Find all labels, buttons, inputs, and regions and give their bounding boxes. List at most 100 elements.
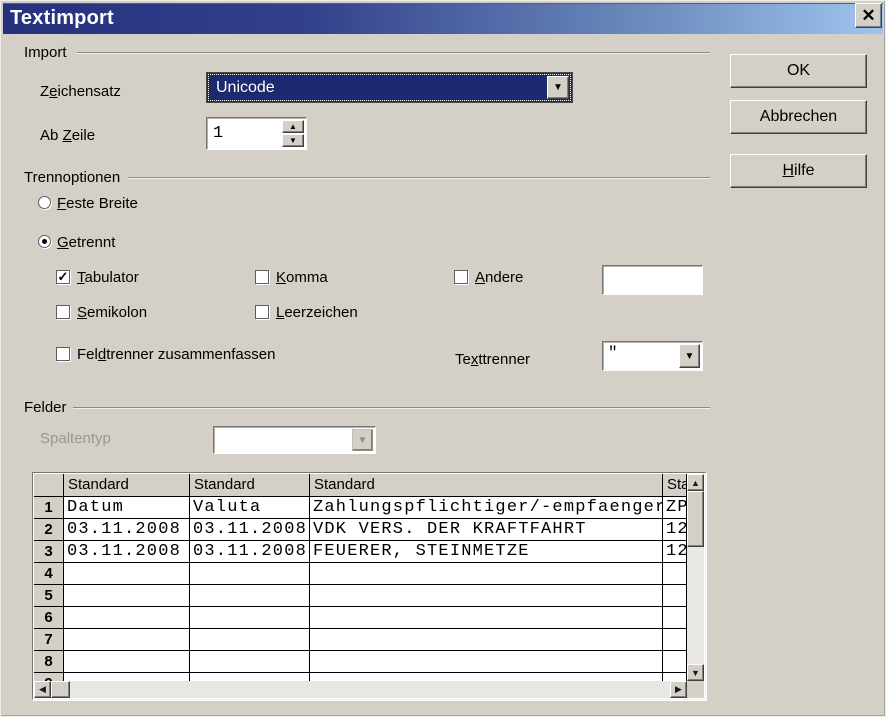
other-separator-input[interactable]	[602, 265, 703, 295]
preview-cell[interactable]: 03.11.2008	[64, 541, 190, 563]
preview-cell[interactable]	[310, 563, 663, 585]
preview-cell[interactable]	[663, 651, 687, 673]
spin-buttons: ▲ ▼	[282, 120, 304, 147]
preview-cell[interactable]: 03.11.2008	[64, 519, 190, 541]
separated-label[interactable]: Getrennt	[57, 234, 115, 251]
tab-checkbox[interactable]: ✓	[56, 270, 70, 284]
preview-cell[interactable]	[64, 607, 190, 629]
preview-cell[interactable]	[310, 629, 663, 651]
preview-cell[interactable]	[190, 673, 310, 681]
space-checkbox[interactable]	[255, 305, 269, 319]
row-number: 4	[34, 563, 64, 585]
text-delimiter-dropdown-button[interactable]: ▼	[679, 344, 700, 368]
preview-cell[interactable]: VDK VERS. DER KRAFTFAHRT	[310, 519, 663, 541]
table-row: 303.11.200803.11.2008FEUERER, STEINMETZE…	[34, 541, 687, 563]
preview-cell[interactable]	[310, 585, 663, 607]
title-bar[interactable]: Textimport	[3, 3, 883, 34]
from-row-spinner[interactable]: 1 ▲ ▼	[206, 117, 307, 150]
close-icon: ✕	[861, 6, 875, 26]
fixed-width-radio[interactable]	[38, 196, 51, 209]
preview-table-body: 1DatumValutaZahlungspflichtiger/-empfaen…	[34, 497, 687, 681]
preview-cell[interactable]	[190, 585, 310, 607]
preview-cell[interactable]	[310, 651, 663, 673]
text-delimiter-combobox[interactable]: " ▼	[602, 341, 703, 371]
scroll-down-button[interactable]: ▼	[687, 664, 704, 681]
vertical-scroll-thumb[interactable]	[687, 491, 704, 547]
preview-cell[interactable]	[190, 607, 310, 629]
scroll-right-button[interactable]: ▶	[670, 681, 687, 698]
preview-cell[interactable]	[64, 629, 190, 651]
column-header[interactable]: Standard	[310, 474, 663, 497]
tab-label[interactable]: Tabulator	[77, 269, 139, 286]
scroll-left-button[interactable]: ◀	[34, 681, 51, 698]
preview-cell[interactable]: Datum	[64, 497, 190, 519]
chevron-down-icon: ▼	[685, 351, 695, 362]
row-number: 7	[34, 629, 64, 651]
other-label[interactable]: Andere	[475, 269, 523, 286]
import-group-line	[77, 52, 710, 54]
arrow-up-icon: ▲	[289, 122, 297, 131]
scroll-up-button[interactable]: ▲	[687, 474, 704, 491]
corner-cell	[34, 474, 64, 497]
close-button[interactable]: ✕	[855, 3, 882, 28]
preview-cell[interactable]	[64, 563, 190, 585]
cancel-button[interactable]: Abbrechen	[730, 100, 867, 134]
table-row: 1DatumValutaZahlungspflichtiger/-empfaen…	[34, 497, 687, 519]
preview-cell[interactable]	[310, 673, 663, 681]
preview-cell[interactable]	[190, 651, 310, 673]
column-header[interactable]: Standard	[663, 474, 687, 497]
horizontal-scroll-thumb[interactable]	[51, 681, 70, 698]
charset-combobox[interactable]: Unicode ▼	[206, 72, 573, 103]
preview-cell[interactable]	[64, 585, 190, 607]
preview-cell[interactable]	[663, 563, 687, 585]
preview-cell[interactable]	[663, 585, 687, 607]
text-delimiter-value: "	[608, 344, 618, 362]
fields-group-title: Felder	[24, 399, 67, 416]
preview-cell[interactable]	[64, 651, 190, 673]
vertical-scrollbar[interactable]: ▲ ▼	[687, 474, 704, 681]
charset-dropdown-button[interactable]: ▼	[547, 76, 569, 99]
preview-cell[interactable]: Zahlungspflichtiger/-empfaenger	[310, 497, 663, 519]
column-header[interactable]: Standard	[190, 474, 310, 497]
preview-cell[interactable]: 12	[663, 519, 687, 541]
other-checkbox[interactable]	[454, 270, 468, 284]
preview-cell[interactable]	[190, 629, 310, 651]
preview-cell[interactable]: FEUERER, STEINMETZE	[310, 541, 663, 563]
merge-delimiters-label[interactable]: Feldtrenner zusammenfassen	[77, 346, 275, 363]
preview-cell[interactable]: ZP	[663, 497, 687, 519]
preview-cell[interactable]	[64, 673, 190, 681]
comma-label[interactable]: Komma	[276, 269, 328, 286]
from-row-value: 1	[213, 124, 223, 143]
preview-cell[interactable]: Valuta	[190, 497, 310, 519]
merge-delimiters-checkbox[interactable]	[56, 347, 70, 361]
preview-cell[interactable]	[663, 673, 687, 681]
preview-cell[interactable]: 03.11.2008	[190, 541, 310, 563]
preview-cell[interactable]	[310, 607, 663, 629]
space-label[interactable]: Leerzeichen	[276, 304, 358, 321]
preview-cell[interactable]	[663, 607, 687, 629]
preview-cell[interactable]	[190, 563, 310, 585]
horizontal-scrollbar[interactable]: ◀ ▶	[34, 681, 687, 698]
preview-cell[interactable]: 12	[663, 541, 687, 563]
table-header-row: Standard Standard Standard Standard	[34, 474, 687, 497]
semicolon-checkbox[interactable]	[56, 305, 70, 319]
semicolon-label[interactable]: Semikolon	[77, 304, 147, 321]
arrow-left-icon: ◀	[39, 684, 46, 695]
fixed-width-label[interactable]: Feste Breite	[57, 195, 138, 212]
spin-down-button[interactable]: ▼	[282, 134, 304, 147]
column-header[interactable]: Standard	[64, 474, 190, 497]
help-button[interactable]: Hilfe	[730, 154, 867, 188]
table-row: 5	[34, 585, 687, 607]
row-number: 1	[34, 497, 64, 519]
preview-grid: Standard Standard Standard Standard 1Dat…	[34, 474, 687, 681]
ok-button-label: OK	[787, 62, 810, 80]
ok-button[interactable]: OK	[730, 54, 867, 88]
comma-checkbox[interactable]	[255, 270, 269, 284]
spin-up-button[interactable]: ▲	[282, 120, 304, 133]
separated-radio[interactable]	[38, 235, 51, 248]
charset-label: Zeichensatz	[40, 83, 121, 100]
arrow-up-icon: ▲	[691, 478, 700, 488]
row-number: 5	[34, 585, 64, 607]
preview-cell[interactable]: 03.11.2008	[190, 519, 310, 541]
preview-cell[interactable]	[663, 629, 687, 651]
